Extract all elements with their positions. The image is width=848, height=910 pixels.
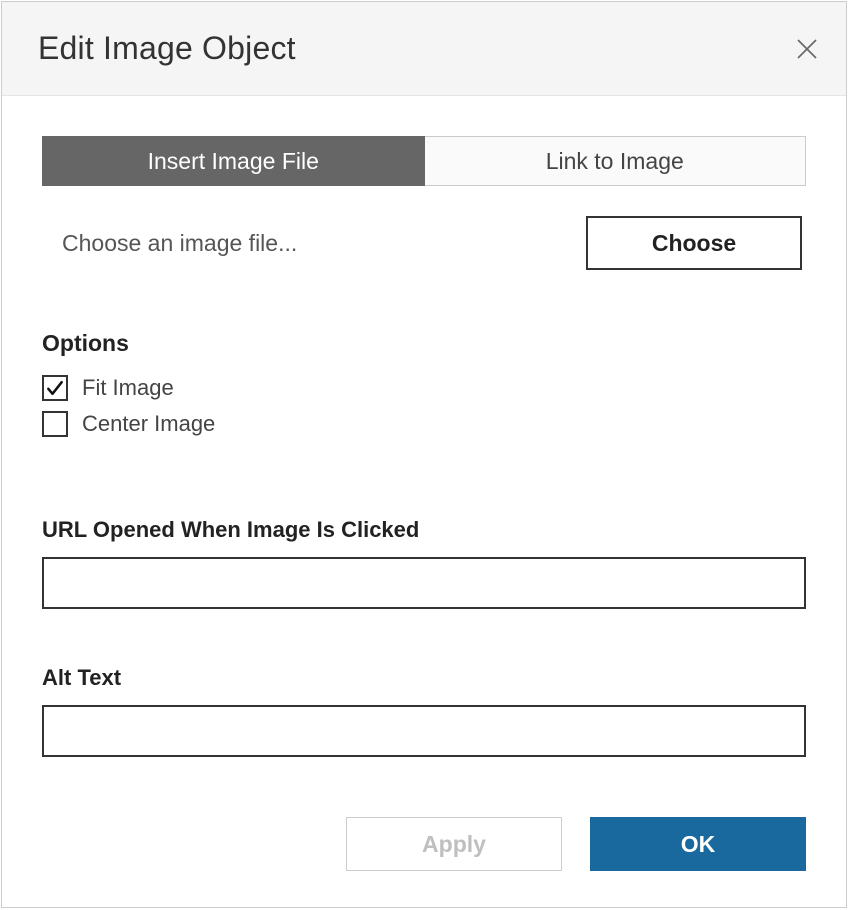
alt-text-input[interactable] <box>42 705 806 757</box>
choose-button[interactable]: Choose <box>586 216 802 270</box>
fit-image-label: Fit Image <box>82 375 174 401</box>
dialog-footer: Apply OK <box>2 817 846 907</box>
choose-file-row: Choose an image file... Choose <box>42 216 806 270</box>
tab-insert-image-file[interactable]: Insert Image File <box>42 136 425 186</box>
center-image-checkbox[interactable] <box>42 411 68 437</box>
tab-bar: Insert Image File Link to Image <box>42 136 806 186</box>
center-image-row: Center Image <box>42 411 806 437</box>
dialog-body: Insert Image File Link to Image Choose a… <box>2 96 846 817</box>
apply-button[interactable]: Apply <box>346 817 562 871</box>
dialog-title: Edit Image Object <box>38 30 296 67</box>
titlebar: Edit Image Object <box>2 2 846 96</box>
tab-link-to-image[interactable]: Link to Image <box>425 136 807 186</box>
choose-file-label: Choose an image file... <box>62 230 297 257</box>
ok-button[interactable]: OK <box>590 817 806 871</box>
edit-image-dialog: Edit Image Object Insert Image File Link… <box>1 1 847 908</box>
options-heading: Options <box>42 330 806 357</box>
url-input[interactable] <box>42 557 806 609</box>
fit-image-row: Fit Image <box>42 375 806 401</box>
center-image-label: Center Image <box>82 411 215 437</box>
alt-text-label: Alt Text <box>42 665 806 691</box>
url-field-label: URL Opened When Image Is Clicked <box>42 517 806 543</box>
fit-image-checkbox[interactable] <box>42 375 68 401</box>
close-icon[interactable] <box>796 38 818 60</box>
